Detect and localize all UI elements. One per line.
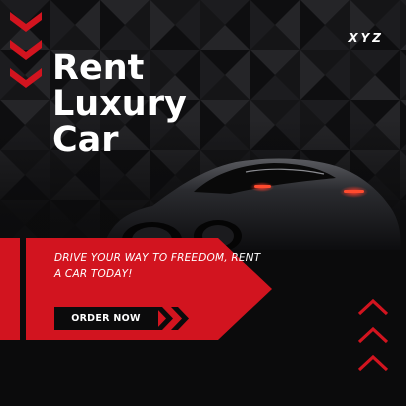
triple-chevron-down-icon [10, 12, 42, 88]
double-chevron-right-icon [155, 307, 189, 330]
pattern-tile [400, 50, 406, 100]
brand-logo: XYZ [348, 31, 384, 45]
headline: Rent Luxury Car [52, 50, 187, 158]
triple-chevron-up-icon [357, 298, 389, 372]
headline-line-2: Luxury [52, 84, 187, 124]
pattern-tile [400, 0, 406, 50]
banner-accent-stripe [0, 238, 20, 340]
tagline: DRIVE YOUR WAY TO FREEDOM, RENT A CAR TO… [54, 252, 261, 280]
rental-poster: XYZ Rent Luxury Car DRIVE YOUR WAY TO FR… [0, 0, 406, 406]
headline-line-1: Rent [52, 48, 145, 88]
order-now-button[interactable]: ORDER NOW [54, 307, 158, 330]
